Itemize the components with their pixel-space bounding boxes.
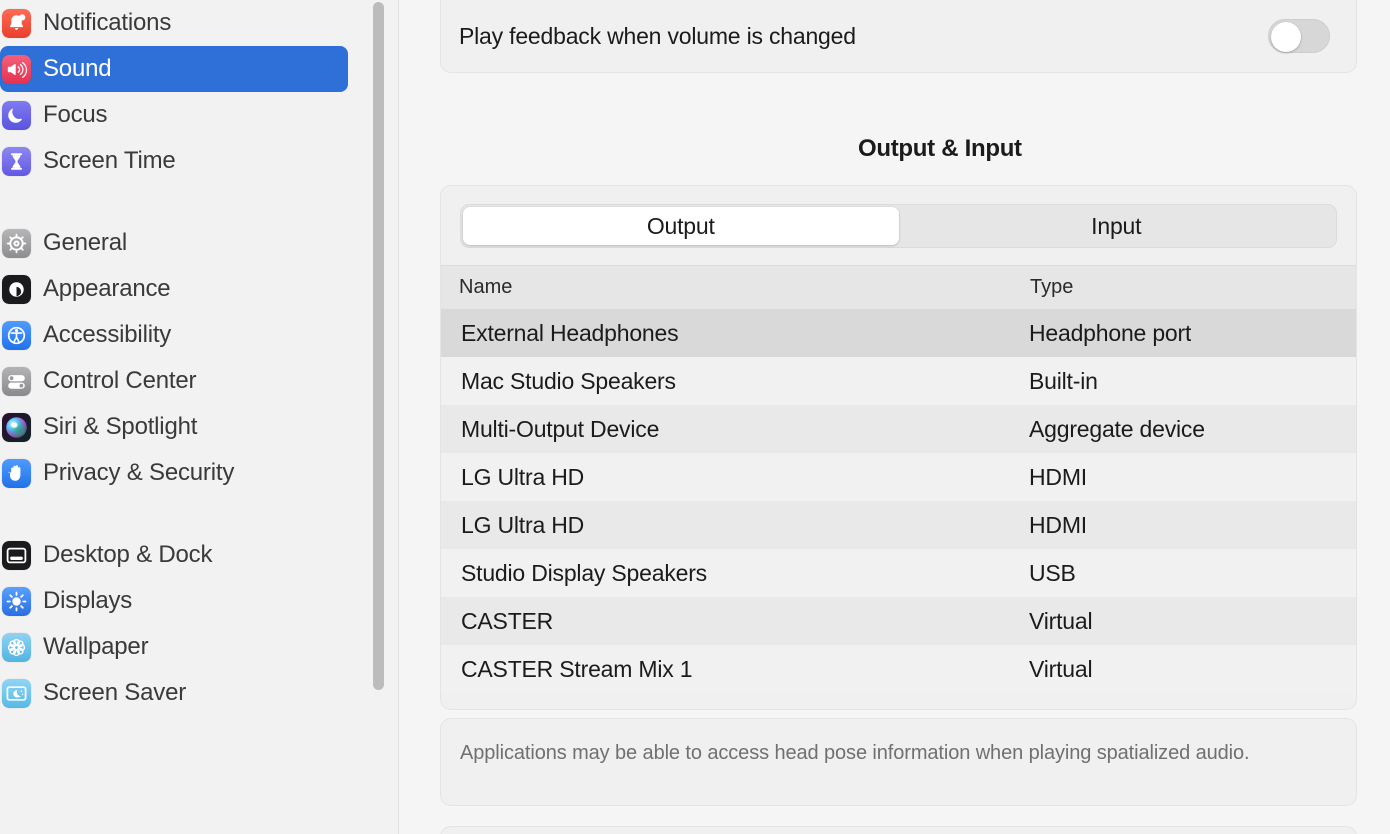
sidebar-item-screen-time[interactable]: Screen Time [0,138,348,184]
desktop-dock-icon [2,540,31,570]
sidebar-item-label: Desktop & Dock [43,541,213,568]
sidebar-item-general[interactable]: General [0,220,348,266]
table-row[interactable]: Studio Display Speakers USB [441,549,1356,597]
table-row[interactable]: CASTER Virtual [441,597,1356,645]
device-type-cell: HDMI [1029,511,1087,538]
wallpaper-flower-icon [2,632,31,662]
device-type-cell: Virtual [1029,607,1093,634]
gear-icon [2,228,31,258]
device-type-cell: Headphone port [1029,319,1192,346]
system-settings-window: Notifications Sound Focus Screen Time Genera… [0,0,1390,834]
sidebar-item-label: Focus [43,101,108,128]
sidebar-item-label: Sound [43,55,112,82]
device-name-cell: CASTER [461,607,554,634]
table-row[interactable]: External Headphones Headphone port [441,309,1356,357]
play-feedback-card: Play feedback when volume is changed [440,0,1357,73]
sidebar-item-label: Screen Time [43,147,176,174]
moon-icon [2,100,31,130]
play-feedback-toggle[interactable] [1268,19,1330,53]
sidebar-group-separator [0,496,360,532]
toggle-knob [1270,21,1301,52]
appearance-contrast-icon [2,274,31,304]
device-name-cell: Mac Studio Speakers [461,367,676,394]
output-input-segmented-control[interactable]: Output Input [460,204,1337,248]
sidebar-item-appearance[interactable]: Appearance [0,266,348,312]
sidebar-group-separator [0,184,360,220]
device-type-cell: Aggregate device [1029,415,1205,442]
bell-icon [2,8,31,38]
sidebar-item-siri-spotlight[interactable]: Siri & Spotlight [0,404,348,450]
screensaver-moon-icon [2,678,31,708]
output-input-section-title: Output & Input [858,135,1022,162]
sidebar-item-label: Siri & Spotlight [43,413,198,440]
table-row[interactable]: CASTER Stream Mix 1 Virtual [441,645,1356,693]
hand-raised-icon [2,458,31,488]
sidebar-item-sound[interactable]: Sound [0,46,348,92]
device-type-cell: Built-in [1029,367,1098,394]
device-name-cell: Multi-Output Device [461,415,660,442]
device-type-cell: USB [1029,559,1076,586]
device-table-header: Name Type [441,265,1356,309]
sidebar-item-label: Control Center [43,367,197,394]
table-row[interactable]: LG Ultra HD HDMI [441,501,1356,549]
device-type-cell: HDMI [1029,463,1087,490]
sidebar-item-accessibility[interactable]: Accessibility [0,312,348,358]
device-name-cell: External Headphones [461,319,679,346]
sidebar-scrollbar-thumb[interactable] [373,2,384,690]
tab-input[interactable]: Input [899,207,1335,245]
sidebar-item-screen-saver[interactable]: Screen Saver [0,670,348,716]
spatial-audio-note-text: Applications may be able to access head … [460,742,1250,764]
sidebar-item-notifications[interactable]: Notifications [0,0,348,46]
column-header-name: Name [459,276,513,298]
hourglass-icon [2,146,31,176]
tab-output[interactable]: Output [463,207,899,245]
sidebar-item-desktop-dock[interactable]: Desktop & Dock [0,532,348,578]
sidebar-item-displays[interactable]: Displays [0,578,348,624]
toggles-icon [2,366,31,396]
sidebar-item-label: Wallpaper [43,633,149,660]
spatial-audio-note-card: Applications may be able to access head … [440,718,1357,806]
device-type-cell: Virtual [1029,655,1093,682]
accessibility-person-icon [2,320,31,350]
sidebar-item-label: Privacy & Security [43,459,235,486]
next-settings-card [440,826,1357,834]
sidebar: Notifications Sound Focus Screen Time Genera… [0,0,399,834]
output-input-card: Output Input Name Type External Headphon… [440,185,1357,710]
speaker-wave-icon [2,54,31,84]
table-row[interactable]: LG Ultra HD HDMI [441,453,1356,501]
table-row[interactable]: Multi-Output Device Aggregate device [441,405,1356,453]
segmented-control-wrapper: Output Input [441,186,1356,265]
table-row[interactable]: Mac Studio Speakers Built-in [441,357,1356,405]
sidebar-item-label: Appearance [43,275,171,302]
play-feedback-row[interactable]: Play feedback when volume is changed [441,0,1356,72]
sidebar-scrollbar-track[interactable] [372,0,386,834]
sidebar-list: Notifications Sound Focus Screen Time Genera… [0,0,360,716]
device-name-cell: LG Ultra HD [461,511,585,538]
device-name-cell: CASTER Stream Mix 1 [461,655,693,682]
sidebar-item-control-center[interactable]: Control Center [0,358,348,404]
siri-orb-icon [2,412,31,442]
main-content: Play feedback when volume is changed Out… [399,0,1390,834]
sidebar-item-focus[interactable]: Focus [0,92,348,138]
sidebar-item-label: Displays [43,587,133,614]
sidebar-item-label: Notifications [43,9,172,36]
sidebar-item-wallpaper[interactable]: Wallpaper [0,624,348,670]
device-name-cell: LG Ultra HD [461,463,585,490]
sidebar-item-label: Accessibility [43,321,172,348]
device-name-cell: Studio Display Speakers [461,559,707,586]
column-header-type: Type [1030,276,1074,298]
brightness-sun-icon [2,586,31,616]
device-table-body: External Headphones Headphone port Mac Stu… [441,309,1356,693]
sidebar-item-label: General [43,229,127,256]
play-feedback-label: Play feedback when volume is changed [459,22,856,49]
sidebar-item-privacy-security[interactable]: Privacy & Security [0,450,348,496]
sidebar-item-label: Screen Saver [43,679,187,706]
